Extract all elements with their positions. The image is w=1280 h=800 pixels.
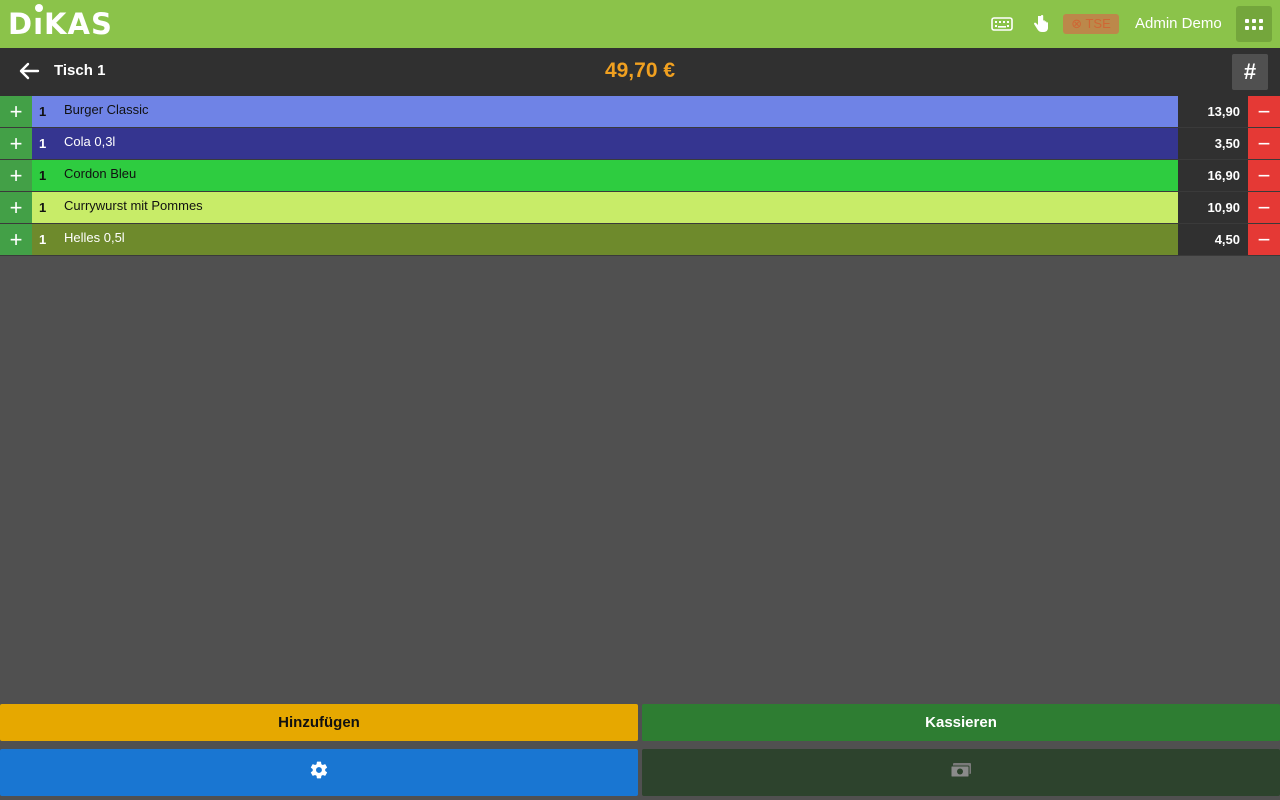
item-quantity: 1 xyxy=(39,104,47,119)
item-name: Helles 0,5l xyxy=(64,230,125,245)
keyboard-icon[interactable] xyxy=(991,16,1013,37)
item-price: 3,50 xyxy=(1178,128,1248,159)
order-item-body[interactable]: 1 Cola 0,3l xyxy=(32,128,1178,159)
decrease-qty-button[interactable]: − xyxy=(1248,96,1280,127)
order-item-body[interactable]: 1 Cordon Bleu xyxy=(32,160,1178,191)
item-quantity: 1 xyxy=(39,136,47,151)
increase-qty-button[interactable]: + xyxy=(0,128,32,159)
add-button[interactable]: Hinzufügen xyxy=(0,704,638,741)
item-price: 13,90 xyxy=(1178,96,1248,127)
item-name: Burger Classic xyxy=(64,102,149,117)
table-name: Tisch 1 xyxy=(54,62,106,79)
decrease-qty-button[interactable]: − xyxy=(1248,128,1280,159)
arrow-left-icon[interactable] xyxy=(18,61,40,86)
order-item-row[interactable]: +1 Currywurst mit Pommes 10,90− xyxy=(0,192,1280,224)
item-quantity: 1 xyxy=(39,200,47,215)
item-price: 4,50 xyxy=(1178,224,1248,255)
order-item-row[interactable]: +1 Burger Classic 13,90− xyxy=(0,96,1280,128)
order-item-body[interactable]: 1 Burger Classic xyxy=(32,96,1178,127)
increase-qty-button[interactable]: + xyxy=(0,96,32,127)
item-price: 16,90 xyxy=(1178,160,1248,191)
decrease-qty-button[interactable]: − xyxy=(1248,160,1280,191)
order-item-row[interactable]: +1 Cordon Bleu 16,90− xyxy=(0,160,1280,192)
order-item-body[interactable]: 1 Currywurst mit Pommes xyxy=(32,192,1178,223)
order-item-row[interactable]: +1 Cola 0,3l 3,50− xyxy=(0,128,1280,160)
item-name: Currywurst mit Pommes xyxy=(64,198,203,213)
increase-qty-button[interactable]: + xyxy=(0,224,32,255)
decrease-qty-button[interactable]: − xyxy=(1248,192,1280,223)
item-name: Cordon Bleu xyxy=(64,166,137,181)
item-name: Cola 0,3l xyxy=(64,134,116,149)
item-price: 10,90 xyxy=(1178,192,1248,223)
app-logo: DıKAS xyxy=(8,4,113,41)
hash-button[interactable]: # xyxy=(1232,54,1268,90)
apps-grid-icon[interactable] xyxy=(1236,6,1272,42)
order-item-body[interactable]: 1 Helles 0,5l xyxy=(32,224,1178,255)
gear-icon xyxy=(309,760,329,785)
item-quantity: 1 xyxy=(39,232,47,247)
touch-hand-icon[interactable] xyxy=(1032,14,1050,39)
settings-button[interactable] xyxy=(0,749,638,796)
order-items-list: +1 Burger Classic 13,90− +1 Cola 0,3l 3,50− +1… xyxy=(0,96,1280,256)
top-bar: DıKAS ⊗ TSE Admin Demo xyxy=(0,0,1280,48)
decrease-qty-button[interactable]: − xyxy=(1248,224,1280,255)
order-item-row[interactable]: +1 Helles 0,5l 4,50− xyxy=(0,224,1280,256)
tse-status-badge[interactable]: ⊗ TSE xyxy=(1063,14,1119,34)
increase-qty-button[interactable]: + xyxy=(0,160,32,191)
order-total: 49,70 € xyxy=(604,59,676,82)
checkout-button[interactable]: Kassieren xyxy=(642,704,1280,741)
cash-icon xyxy=(950,761,972,784)
increase-qty-button[interactable]: + xyxy=(0,192,32,223)
cash-button[interactable] xyxy=(642,749,1280,796)
user-name[interactable]: Admin Demo xyxy=(1135,15,1222,32)
item-quantity: 1 xyxy=(39,168,47,183)
